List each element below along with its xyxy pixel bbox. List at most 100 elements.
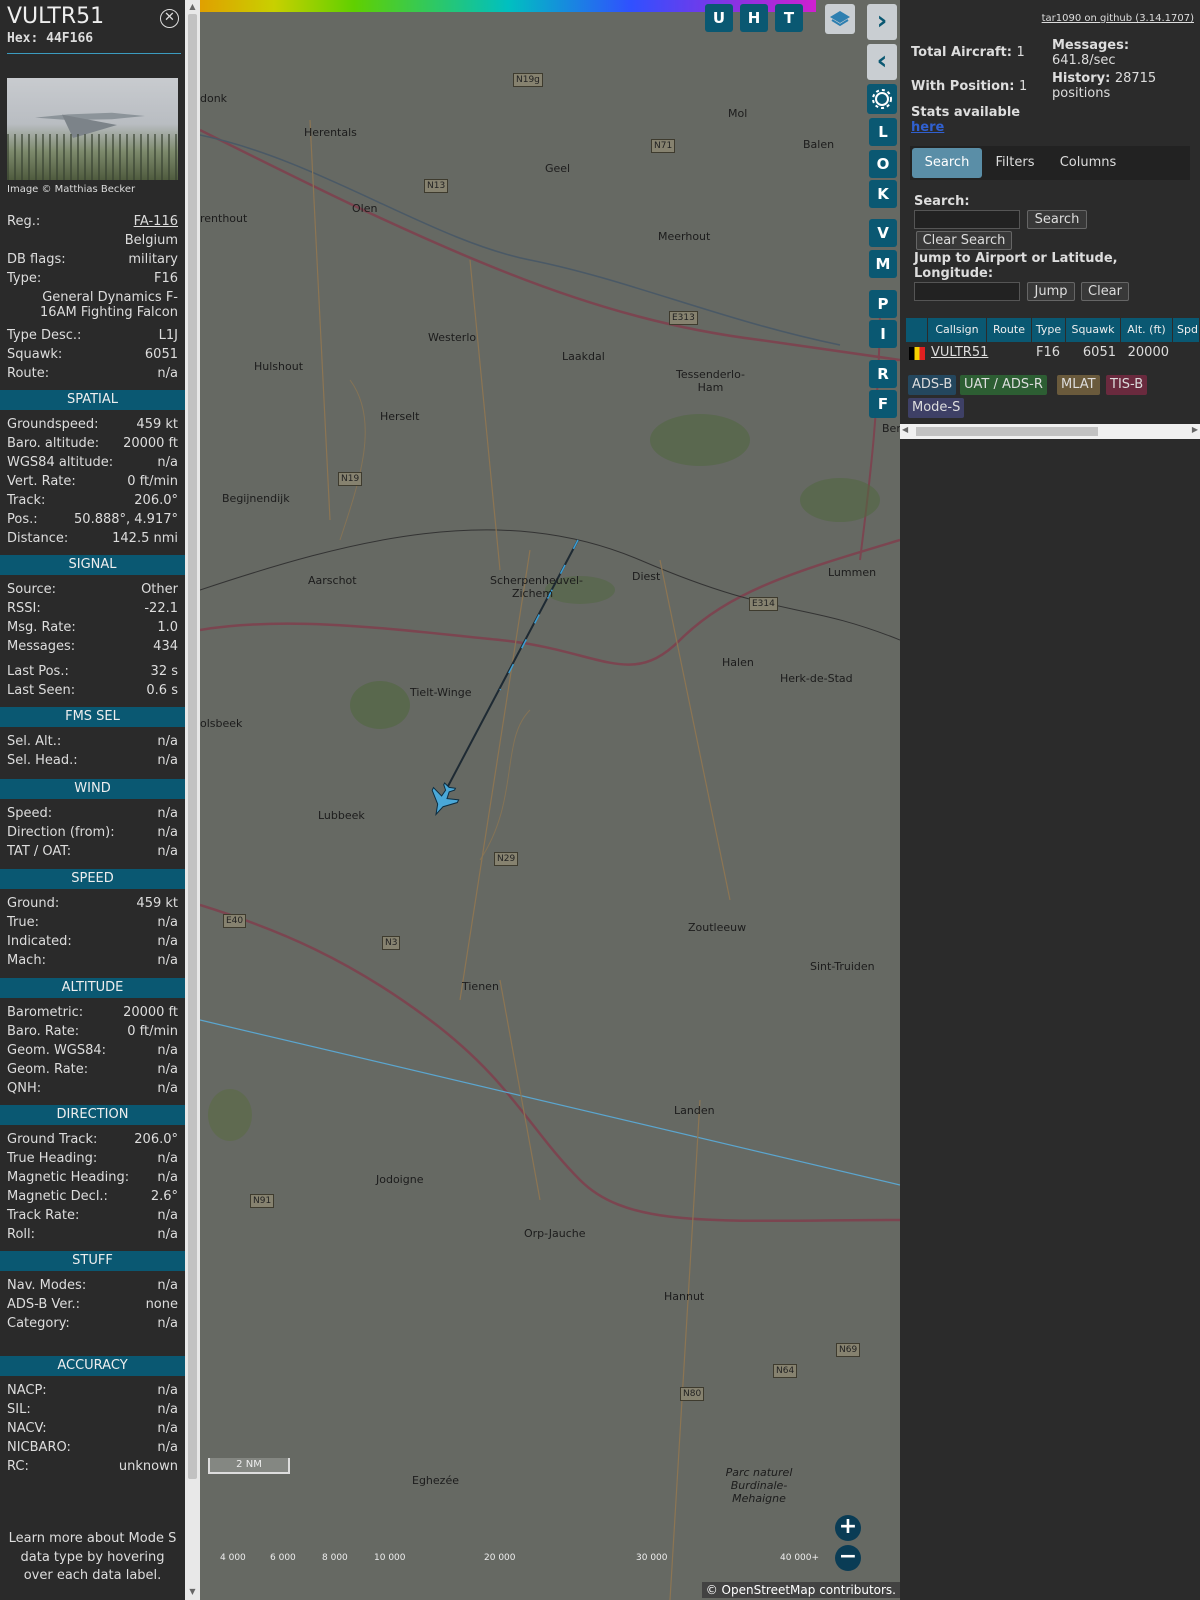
zoom-out-button[interactable]: − xyxy=(835,1545,861,1571)
column-header-type[interactable]: Type xyxy=(1032,318,1066,342)
chevron-left-icon[interactable]: ‹ xyxy=(867,44,897,80)
tab-columns[interactable]: Columns xyxy=(1048,148,1128,178)
table-row-callsign[interactable]: VULTR51 xyxy=(931,344,988,362)
button-l[interactable]: L xyxy=(869,118,897,146)
place-label: Tessenderlo-Ham xyxy=(675,368,746,394)
column-header-route[interactable]: Route xyxy=(987,318,1032,342)
stats-available-label: Stats available xyxy=(911,105,1021,120)
detail-key: Vert. Rate: xyxy=(7,474,76,489)
column-header-speed[interactable]: Spd xyxy=(1173,318,1200,342)
github-link[interactable]: tar1090 on github (3.14.1707) xyxy=(1042,13,1194,24)
detail-key: Distance: xyxy=(7,531,69,546)
search-label: Search: xyxy=(914,194,970,209)
jump-input[interactable] xyxy=(914,282,1020,301)
button-u[interactable]: U xyxy=(705,4,733,32)
row-value: n/a xyxy=(157,366,178,381)
clear-button[interactable]: Clear xyxy=(1081,282,1129,301)
info-row-type-name: General Dynamics F-16AM Fighting Falcon xyxy=(7,290,178,324)
sidebar-scroll-thumb[interactable] xyxy=(188,14,197,1479)
button-p[interactable]: P xyxy=(869,290,897,318)
gear-icon[interactable] xyxy=(867,84,897,114)
button-t[interactable]: T xyxy=(775,4,803,32)
layers-icon[interactable] xyxy=(825,4,855,34)
column-header-squawk[interactable]: Squawk xyxy=(1066,318,1121,342)
place-label: Scherpenheuvel-Zichem xyxy=(490,574,584,600)
history-stat: History: 28715 positions xyxy=(1052,71,1192,101)
road-label: N19g xyxy=(513,73,543,87)
button-v[interactable]: V xyxy=(869,219,897,247)
place-label: Geel xyxy=(545,162,571,175)
attribution-suffix: contributors. xyxy=(815,1583,896,1597)
button-h[interactable]: H xyxy=(740,4,768,32)
detail-value: none xyxy=(145,1297,178,1312)
colorbar-label: 40 000+ xyxy=(780,1553,820,1563)
detail-key: Speed: xyxy=(7,806,53,821)
row-key: Squawk: xyxy=(7,347,63,362)
detail-value: n/a xyxy=(157,1278,178,1293)
detail-value: 0 ft/min xyxy=(127,474,178,489)
horizontal-scroll-thumb[interactable] xyxy=(916,427,1098,436)
aircraft-photo[interactable] xyxy=(7,78,178,180)
search-input[interactable] xyxy=(914,210,1020,229)
layers-glyph xyxy=(830,11,850,27)
stat-label: History: xyxy=(1052,71,1111,86)
detail-key: True Heading: xyxy=(7,1151,98,1166)
tab-filters[interactable]: Filters xyxy=(984,148,1046,178)
place-label: Herk-de-Stad xyxy=(780,672,853,685)
detail-value: 0 ft/min xyxy=(127,1024,178,1039)
table-row-squawk: 6051 xyxy=(1082,345,1116,360)
sidebar-scrollbar[interactable]: ▲ ▼ xyxy=(185,0,200,1600)
row-key: Type: xyxy=(7,271,42,286)
stats-link[interactable]: here xyxy=(911,120,944,135)
column-header-flag[interactable] xyxy=(906,318,928,342)
detail-key: Sel. Alt.: xyxy=(7,734,62,749)
section-header: ALTITUDE xyxy=(0,978,185,998)
button-m[interactable]: M xyxy=(869,250,897,278)
close-icon[interactable]: ✕ xyxy=(160,9,179,28)
scroll-right-icon[interactable]: ▶ xyxy=(1192,425,1198,434)
search-button[interactable]: Search xyxy=(1027,210,1087,229)
scroll-up-icon[interactable]: ▲ xyxy=(185,0,200,14)
column-header-altitude[interactable]: Alt. (ft) xyxy=(1121,318,1173,342)
button-f[interactable]: F xyxy=(869,390,897,418)
table-row-altitude: 20000 xyxy=(1127,345,1169,360)
chevron-right-icon[interactable]: › xyxy=(867,4,897,40)
detail-value: n/a xyxy=(157,825,178,840)
button-r[interactable]: R xyxy=(869,360,897,388)
detail-value: n/a xyxy=(157,844,178,859)
detail-value: n/a xyxy=(157,1081,178,1096)
detail-value: n/a xyxy=(157,1170,178,1185)
table-horizontal-scrollbar[interactable]: ◀ ▶ xyxy=(900,424,1200,439)
button-k[interactable]: K xyxy=(869,180,897,208)
zoom-in-button[interactable]: + xyxy=(835,1515,861,1541)
place-label: Westerlo xyxy=(428,331,477,344)
scroll-down-icon[interactable]: ▼ xyxy=(185,1585,200,1599)
detail-key: QNH: xyxy=(7,1081,42,1096)
place-label: Jodoigne xyxy=(376,1173,424,1186)
aircraft-icon[interactable] xyxy=(423,779,462,820)
place-label: Olen xyxy=(352,202,378,215)
jump-button[interactable]: Jump xyxy=(1027,282,1075,301)
road-label: E313 xyxy=(669,311,698,325)
button-o[interactable]: O xyxy=(869,150,897,178)
detail-key: NACV: xyxy=(7,1421,47,1436)
detail-key: RSSI: xyxy=(7,601,41,616)
place-label: Halen xyxy=(722,656,754,669)
detail-key: Mach: xyxy=(7,953,46,968)
clear-search-button[interactable]: Clear Search xyxy=(916,231,1012,250)
tab-search[interactable]: Search xyxy=(912,148,982,178)
place-label: olsbeek xyxy=(200,717,243,730)
panel-tabs: Search Filters Columns xyxy=(910,146,1190,180)
row-value: military xyxy=(128,252,178,267)
scroll-left-icon[interactable]: ◀ xyxy=(902,425,908,434)
column-header-callsign[interactable]: Callsign xyxy=(928,318,987,342)
road-label: N64 xyxy=(773,1364,798,1378)
section-header: SPEED xyxy=(0,869,185,889)
road-label: N29 xyxy=(494,852,519,866)
osm-link[interactable]: OpenStreetMap xyxy=(722,1583,816,1597)
button-i[interactable]: I xyxy=(869,320,897,348)
detail-key: Barometric: xyxy=(7,1005,84,1020)
map-view[interactable]: donk Herentals Geel Mol Balen Olen Meerhout ren… xyxy=(200,0,900,1600)
registration-link[interactable]: FA-116 xyxy=(134,214,178,229)
road-label: N19 xyxy=(338,472,363,486)
